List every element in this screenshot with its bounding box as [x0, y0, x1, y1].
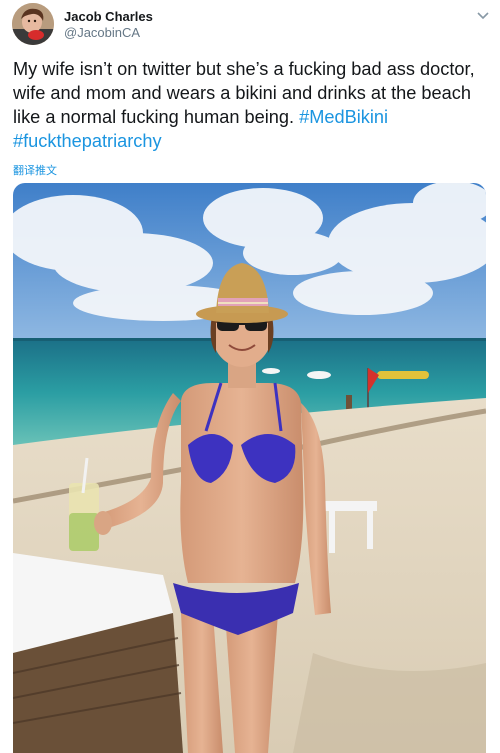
avatar-image	[12, 3, 54, 45]
tweet-text: My wife isn’t on twitter but she’s a fuc…	[13, 57, 491, 153]
tweet-card: Jacob Charles @JacobinCA My wife isn’t o…	[0, 0, 500, 753]
translate-tweet-link[interactable]: 翻译推文	[13, 162, 57, 178]
tweet-text-plain: My wife isn’t on twitter but she’s a fuc…	[13, 59, 475, 127]
hashtag-link-medbikini[interactable]: #MedBikini	[299, 107, 388, 127]
beach-photo	[13, 183, 486, 753]
author-avatar[interactable]	[12, 3, 54, 45]
chevron-down-icon[interactable]	[476, 8, 490, 20]
author-handle[interactable]: @JacobinCA	[64, 25, 140, 40]
tweet-photo[interactable]	[13, 183, 486, 753]
hashtag-link-patriarchy[interactable]: #fuckthepatriarchy	[13, 131, 162, 151]
author-name[interactable]: Jacob Charles	[64, 9, 153, 24]
